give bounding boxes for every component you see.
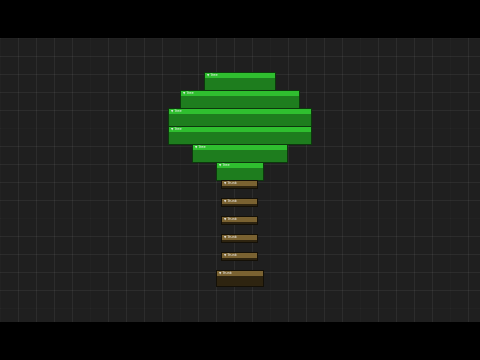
node-title: Tree [174, 127, 182, 131]
chevron-down-icon[interactable]: ▼ [224, 199, 226, 204]
node-title: Trunk [227, 217, 237, 221]
chevron-down-icon[interactable]: ▼ [219, 271, 221, 276]
letterbox-top [0, 0, 480, 38]
node-header[interactable]: ▼ Trunk [217, 271, 263, 276]
tree-frame-node[interactable]: ▼ Tree [168, 108, 312, 127]
trunk-frame-node[interactable]: ▼ Trunk [221, 234, 258, 243]
node-header[interactable]: ▼ Tree [193, 145, 287, 150]
chevron-down-icon[interactable]: ▼ [171, 127, 173, 132]
trunk-frame-node[interactable]: ▼ Trunk [221, 216, 258, 225]
tree-frame-node[interactable]: ▼ Tree [204, 72, 276, 91]
node-title: Tree [222, 163, 230, 167]
node-title: Tree [174, 109, 182, 113]
node-title: Trunk [227, 253, 237, 257]
node-title: Trunk [227, 181, 237, 185]
trunk-frame-node[interactable]: ▼ Trunk [221, 180, 258, 189]
node-header[interactable]: ▼ Trunk [222, 217, 257, 222]
node-header[interactable]: ▼ Trunk [222, 199, 257, 204]
trunk-frame-node[interactable]: ▼ Trunk [221, 252, 258, 261]
node-title: Trunk [222, 271, 232, 275]
chevron-down-icon[interactable]: ▼ [183, 91, 185, 96]
node-title: Trunk [227, 235, 237, 239]
chevron-down-icon[interactable]: ▼ [224, 217, 226, 222]
tree-frame-node[interactable]: ▼ Tree [192, 144, 288, 163]
letterbox-bottom [0, 322, 480, 360]
node-title: Tree [198, 145, 206, 149]
chevron-down-icon[interactable]: ▼ [224, 235, 226, 240]
node-header[interactable]: ▼ Tree [205, 73, 275, 78]
node-header[interactable]: ▼ Trunk [222, 181, 257, 186]
node-title: Trunk [227, 199, 237, 203]
trunk-frame-node[interactable]: ▼ Trunk [216, 270, 264, 287]
tree-frame-node[interactable]: ▼ Tree [216, 162, 264, 181]
chevron-down-icon[interactable]: ▼ [224, 181, 226, 186]
node-graph-canvas[interactable]: ▼ Tree ▼ Tree ▼ Tree ▼ Tree ▼ Tree ▼ Tre… [0, 38, 480, 322]
node-header[interactable]: ▼ Trunk [222, 235, 257, 240]
chevron-down-icon[interactable]: ▼ [195, 145, 197, 150]
node-header[interactable]: ▼ Tree [217, 163, 263, 168]
chevron-down-icon[interactable]: ▼ [219, 163, 221, 168]
node-header[interactable]: ▼ Tree [169, 127, 311, 132]
chevron-down-icon[interactable]: ▼ [171, 109, 173, 114]
tree-frame-node[interactable]: ▼ Tree [180, 90, 300, 109]
chevron-down-icon[interactable]: ▼ [224, 253, 226, 258]
trunk-frame-node[interactable]: ▼ Trunk [221, 198, 258, 207]
node-title: Tree [210, 73, 218, 77]
node-header[interactable]: ▼ Tree [181, 91, 299, 96]
node-title: Tree [186, 91, 194, 95]
node-header[interactable]: ▼ Tree [169, 109, 311, 114]
tree-frame-node[interactable]: ▼ Tree [168, 126, 312, 145]
chevron-down-icon[interactable]: ▼ [207, 73, 209, 78]
node-header[interactable]: ▼ Trunk [222, 253, 257, 258]
